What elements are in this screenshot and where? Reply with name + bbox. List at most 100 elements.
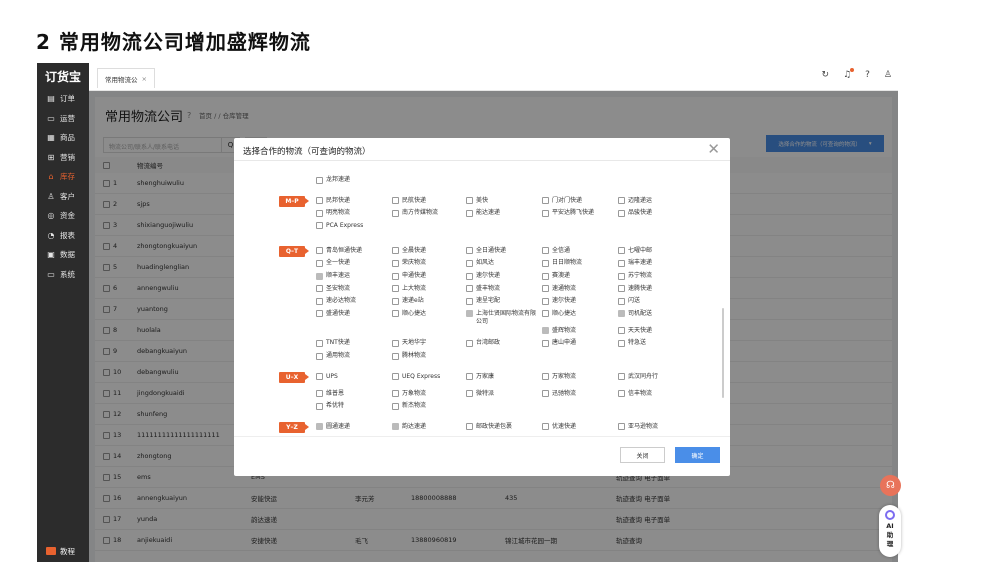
option-checkbox[interactable] bbox=[542, 327, 549, 335]
logistics-option[interactable]: 全一快递 bbox=[316, 259, 388, 267]
logistics-option[interactable]: 特急送 bbox=[618, 339, 690, 347]
option-checkbox[interactable] bbox=[542, 390, 549, 398]
logistics-option[interactable]: 圆通速递 bbox=[316, 423, 388, 431]
option-checkbox[interactable] bbox=[618, 339, 625, 347]
confirm-button[interactable]: 确定 bbox=[675, 447, 720, 463]
sidebar-item[interactable]: ⊞ 营销 bbox=[37, 148, 89, 168]
option-checkbox[interactable] bbox=[542, 272, 549, 280]
logistics-option[interactable]: 迈隆递运 bbox=[618, 197, 690, 205]
option-checkbox[interactable] bbox=[542, 373, 549, 381]
close-icon[interactable]: × bbox=[142, 75, 147, 83]
option-checkbox[interactable] bbox=[316, 390, 323, 398]
option-checkbox[interactable] bbox=[466, 259, 473, 267]
option-checkbox[interactable] bbox=[466, 247, 473, 255]
option-checkbox[interactable] bbox=[316, 272, 323, 280]
option-checkbox[interactable] bbox=[392, 259, 399, 267]
logistics-option[interactable]: 速腾快递 bbox=[618, 285, 690, 293]
tab-logistics[interactable]: 常用物流公 × bbox=[97, 68, 155, 88]
logistics-option[interactable]: 明亮物流 bbox=[316, 209, 388, 217]
option-checkbox[interactable] bbox=[316, 423, 323, 431]
option-checkbox[interactable] bbox=[466, 373, 473, 381]
option-checkbox[interactable] bbox=[316, 259, 323, 267]
logistics-option[interactable]: 平安达腾飞快递 bbox=[542, 209, 614, 217]
option-checkbox[interactable] bbox=[618, 285, 625, 293]
option-checkbox[interactable] bbox=[618, 247, 625, 255]
close-icon[interactable]: ✕ bbox=[707, 140, 720, 158]
logistics-option[interactable]: 天地华宇 bbox=[392, 339, 464, 347]
logistics-option[interactable]: UEQ Express bbox=[392, 373, 464, 381]
option-checkbox[interactable] bbox=[466, 272, 473, 280]
option-checkbox[interactable] bbox=[316, 285, 323, 293]
logistics-option[interactable]: 天天快递 bbox=[618, 327, 690, 335]
logistics-option[interactable]: 门对门快递 bbox=[542, 197, 614, 205]
logistics-option[interactable]: 微特派 bbox=[466, 390, 538, 398]
option-checkbox[interactable] bbox=[542, 197, 549, 205]
option-checkbox[interactable] bbox=[392, 297, 399, 305]
option-checkbox[interactable] bbox=[316, 310, 323, 318]
option-checkbox[interactable] bbox=[466, 423, 473, 431]
logistics-option[interactable]: 上海仕贤国际物流有限公司 bbox=[466, 310, 538, 326]
logistics-option[interactable]: 顺丰速运 bbox=[316, 272, 388, 280]
logistics-option[interactable]: 盛辉物流 bbox=[542, 327, 614, 335]
option-checkbox[interactable] bbox=[618, 297, 625, 305]
option-checkbox[interactable] bbox=[466, 297, 473, 305]
option-checkbox[interactable] bbox=[466, 310, 473, 318]
sidebar-item[interactable]: ▦ 商品 bbox=[37, 128, 89, 148]
option-checkbox[interactable] bbox=[316, 373, 323, 381]
option-checkbox[interactable] bbox=[316, 176, 323, 184]
scrollbar[interactable] bbox=[722, 308, 724, 398]
logistics-option[interactable]: 唐山申通 bbox=[542, 339, 614, 347]
option-checkbox[interactable] bbox=[466, 197, 473, 205]
option-checkbox[interactable] bbox=[392, 247, 399, 255]
sidebar-item[interactable]: ▭ 系统 bbox=[37, 265, 89, 285]
option-checkbox[interactable] bbox=[316, 197, 323, 205]
option-checkbox[interactable] bbox=[392, 373, 399, 381]
logistics-option[interactable]: 青岛恒通快递 bbox=[316, 247, 388, 255]
ai-assistant-button[interactable]: AI 助理 bbox=[879, 505, 901, 557]
logistics-option[interactable]: 能达速递 bbox=[466, 209, 538, 217]
logistics-option[interactable]: 台湾邮政 bbox=[466, 339, 538, 347]
logistics-option[interactable]: 赛澳递 bbox=[542, 272, 614, 280]
logistics-option[interactable]: 品骏快递 bbox=[618, 209, 690, 217]
logistics-option[interactable]: 速递e站 bbox=[392, 297, 464, 305]
option-checkbox[interactable] bbox=[542, 209, 549, 217]
option-checkbox[interactable] bbox=[542, 423, 549, 431]
option-checkbox[interactable] bbox=[316, 402, 323, 410]
sidebar-item[interactable]: ◔ 报表 bbox=[37, 226, 89, 246]
logistics-option[interactable]: 盛通快递 bbox=[316, 310, 388, 318]
logistics-option[interactable]: 苏宁物流 bbox=[618, 272, 690, 280]
option-checkbox[interactable] bbox=[392, 390, 399, 398]
logistics-option[interactable]: 龙邦速递 bbox=[316, 176, 388, 184]
logistics-option[interactable]: 民邦快递 bbox=[316, 197, 388, 205]
logistics-option[interactable]: 南方传媒物流 bbox=[392, 209, 464, 217]
option-checkbox[interactable] bbox=[392, 272, 399, 280]
logistics-option[interactable]: 信丰物流 bbox=[618, 390, 690, 398]
logistics-option[interactable]: 速呈宅配 bbox=[466, 297, 538, 305]
sidebar-item[interactable]: ♙ 客户 bbox=[37, 187, 89, 207]
logistics-option[interactable]: 美快 bbox=[466, 197, 538, 205]
logistics-option[interactable]: TNT快递 bbox=[316, 339, 388, 347]
logistics-option[interactable]: 万家康 bbox=[466, 373, 538, 381]
option-checkbox[interactable] bbox=[316, 352, 323, 360]
logistics-option[interactable]: 顺心捷达 bbox=[542, 310, 614, 318]
sidebar-item-tutorial[interactable]: 教程 bbox=[37, 542, 89, 560]
logistics-option[interactable]: 七曜中邮 bbox=[618, 247, 690, 255]
option-checkbox[interactable] bbox=[542, 247, 549, 255]
logistics-option[interactable]: 盛丰物流 bbox=[466, 285, 538, 293]
logistics-option[interactable]: 速尔快递 bbox=[466, 272, 538, 280]
logistics-option[interactable]: 荣庆物流 bbox=[392, 259, 464, 267]
refresh-icon[interactable]: ↻ bbox=[822, 70, 830, 80]
logistics-option[interactable]: 圣安物流 bbox=[316, 285, 388, 293]
logistics-option[interactable]: 速通物流 bbox=[542, 285, 614, 293]
option-checkbox[interactable] bbox=[466, 285, 473, 293]
option-checkbox[interactable] bbox=[316, 222, 323, 230]
logistics-option[interactable]: 武汉同舟行 bbox=[618, 373, 690, 381]
sidebar-item[interactable]: ▣ 数据 bbox=[37, 245, 89, 265]
logistics-option[interactable]: 维普恩 bbox=[316, 390, 388, 398]
option-checkbox[interactable] bbox=[466, 390, 473, 398]
logistics-option[interactable]: 全晨快递 bbox=[392, 247, 464, 255]
option-checkbox[interactable] bbox=[618, 197, 625, 205]
logistics-option[interactable]: 万家物流 bbox=[542, 373, 614, 381]
user-icon[interactable]: ♙ bbox=[884, 70, 892, 80]
logistics-option[interactable]: 如风达 bbox=[466, 259, 538, 267]
